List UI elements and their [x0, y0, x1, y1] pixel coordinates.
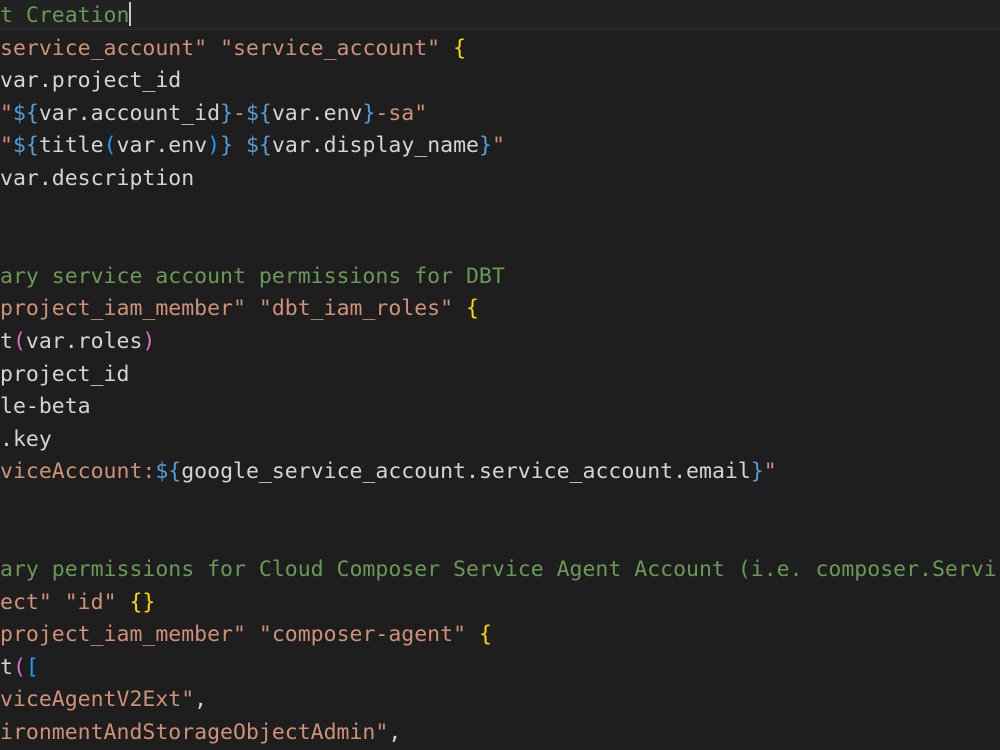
code-line[interactable]: ironmentAndStorageObjectAdmin",	[0, 717, 1000, 750]
code-token: ${	[245, 100, 272, 126]
code-token: ,	[388, 720, 402, 746]
code-token: )	[207, 133, 221, 159]
code-token: )	[142, 328, 156, 354]
code-token: var.env	[116, 133, 208, 159]
code-token: ${	[155, 459, 182, 485]
code-line[interactable]	[0, 196, 1000, 229]
code-token: "composer-agent"	[258, 622, 467, 648]
code-token: var.description	[0, 165, 195, 191]
code-token: project_iam_member"	[0, 296, 246, 322]
code-token: {	[453, 35, 467, 61]
code-token: ect"	[0, 589, 52, 615]
code-line[interactable]: t Creation	[0, 0, 1000, 33]
code-token: "dbt_iam_roles"	[258, 296, 454, 322]
code-token: t	[0, 328, 13, 354]
code-line[interactable]: project_id	[0, 359, 1000, 392]
code-line[interactable]: "${var.account_id}-${var.env}-sa"	[0, 98, 1000, 131]
code-line[interactable]: .key	[0, 424, 1000, 457]
code-token: ary permissions for Cloud Composer Servi…	[0, 557, 997, 583]
code-token: {	[466, 296, 479, 322]
code-token: }	[220, 100, 234, 126]
code-token: (	[12, 328, 26, 354]
code-token: "	[491, 133, 505, 159]
code-token: service_account"	[0, 35, 208, 61]
code-token: "id"	[64, 589, 117, 615]
code-line[interactable]: ary service account permissions for DBT	[0, 261, 1000, 294]
code-token: "	[763, 459, 777, 485]
code-token: {	[478, 622, 492, 648]
code-line[interactable]: t(var.roles)	[0, 326, 1000, 359]
code-line[interactable]	[0, 522, 1000, 555]
code-token: ${	[246, 133, 272, 159]
code-token: var.roles	[25, 328, 143, 354]
code-line[interactable]	[0, 228, 1000, 261]
code-token: t	[0, 654, 13, 680]
code-token: ,	[194, 687, 208, 713]
code-token: viceAgentV2Ext"	[0, 687, 195, 713]
code-token: "	[0, 100, 13, 126]
code-text-area[interactable]: t Creation service_account" "service_acco…	[0, 0, 1000, 750]
code-token: -sa"	[375, 100, 428, 126]
code-line[interactable]: le-beta	[0, 391, 1000, 424]
code-token: }	[479, 133, 492, 159]
code-token: google_service_account.service_account.e…	[181, 459, 751, 485]
code-line[interactable]: "${title(var.env)} ${var.display_name}"	[0, 130, 1000, 163]
code-token: le-beta	[0, 394, 91, 420]
code-token: {}	[129, 589, 156, 615]
code-line[interactable]: var.description	[0, 163, 1000, 196]
code-token: .key	[0, 426, 52, 452]
code-token: (	[103, 133, 117, 159]
code-token: project_iam_member"	[0, 622, 246, 648]
code-line[interactable]: var.project_id	[0, 65, 1000, 98]
code-token: "service_account"	[220, 35, 441, 61]
code-token: ary service account permissions for DBT	[0, 263, 505, 289]
code-line[interactable]: project_iam_member" "composer-agent" {	[0, 619, 1000, 652]
code-token: var.display_name	[271, 133, 479, 159]
code-token: title	[38, 133, 104, 159]
code-token: ${	[12, 100, 39, 126]
code-token: var.env	[271, 100, 363, 126]
code-token: ${	[12, 133, 39, 159]
code-line[interactable]: ary permissions for Cloud Composer Servi…	[0, 554, 1000, 587]
code-editor[interactable]: t Creation service_account" "service_acco…	[0, 0, 1000, 750]
code-line[interactable]: project_iam_member" "dbt_iam_roles" {	[0, 293, 1000, 326]
code-token: t Creation	[0, 3, 130, 28]
code-line[interactable]: service_account" "service_account" {	[0, 33, 1000, 66]
code-line[interactable]: viceAgentV2Ext",	[0, 684, 1000, 717]
code-token: (	[12, 654, 26, 680]
code-line[interactable]: ect" "id" {}	[0, 587, 1000, 620]
text-cursor	[129, 2, 132, 26]
code-token: var.account_id	[38, 100, 221, 126]
code-line[interactable]: t([	[0, 652, 1000, 685]
code-token: project_id	[0, 361, 130, 387]
code-token: "	[0, 133, 13, 159]
code-token: }	[362, 100, 376, 126]
code-token: -	[233, 100, 246, 126]
code-token: }	[750, 459, 764, 485]
code-token: }	[220, 133, 234, 159]
code-token: viceAccount:	[0, 459, 156, 485]
code-line[interactable]: viceAccount:${google_service_account.ser…	[0, 456, 1000, 489]
code-token: [	[25, 654, 39, 680]
code-token: var.project_id	[0, 68, 182, 94]
code-line[interactable]	[0, 489, 1000, 522]
code-token: ironmentAndStorageObjectAdmin"	[0, 720, 389, 746]
